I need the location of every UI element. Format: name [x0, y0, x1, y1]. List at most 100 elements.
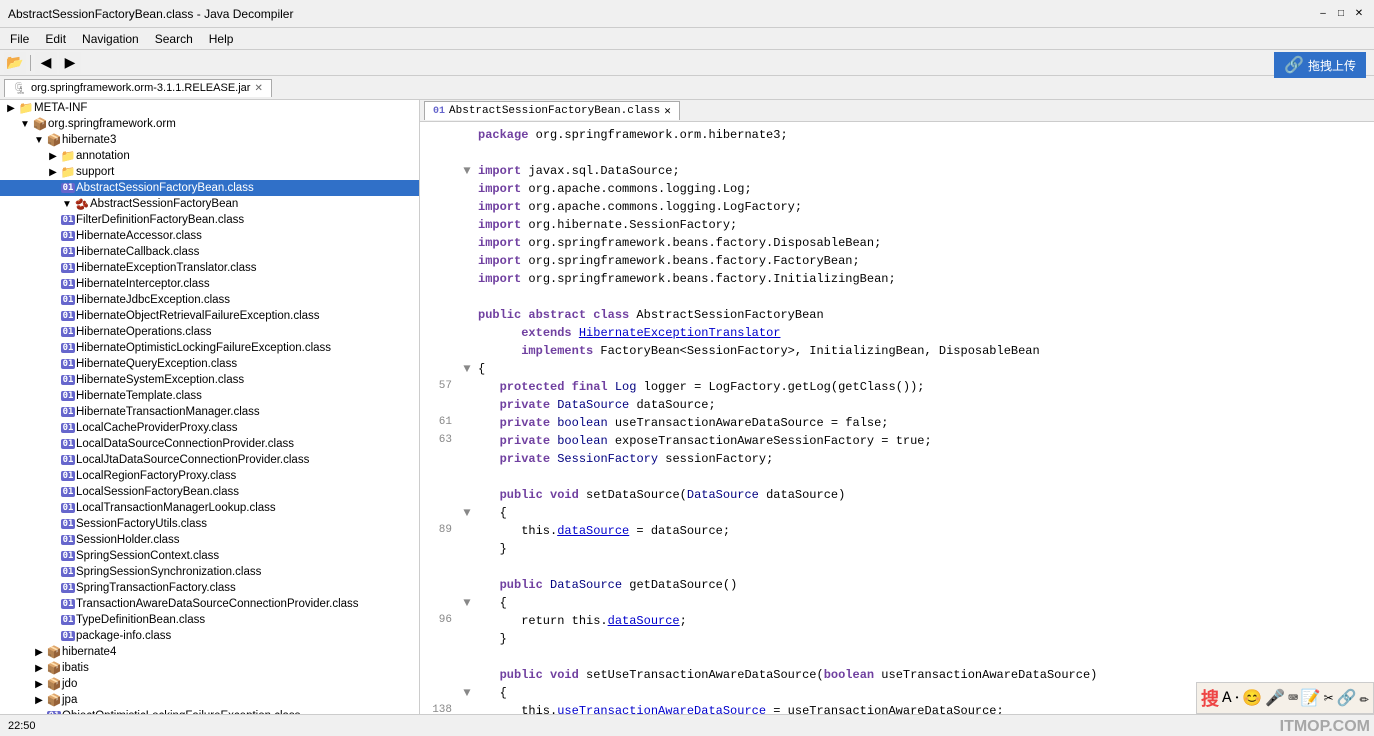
tree-expand-ibatis[interactable]: ▶	[32, 663, 46, 674]
tree-expand-jdo[interactable]: ▶	[32, 679, 46, 690]
tree-node-hibernate4[interactable]: ▶📦hibernate4	[0, 644, 419, 660]
tree-node-HibernateExceptionTranslator-class[interactable]: 01HibernateExceptionTranslator.class	[0, 260, 419, 276]
fold-indicator[interactable]: ▼	[460, 594, 474, 612]
tree-node-SpringSessionContext-class[interactable]: 01SpringSessionContext.class	[0, 548, 419, 564]
code-area[interactable]: package org.springframework.orm.hibernat…	[420, 122, 1374, 714]
minimize-button[interactable]: –	[1316, 7, 1330, 21]
tree-expand-hibernate3[interactable]: ▼	[32, 135, 46, 146]
tree-node-HibernateOperations-class[interactable]: 01HibernateOperations.class	[0, 324, 419, 340]
tree-node-LocalTransactionManagerLookup-class[interactable]: 01LocalTransactionManagerLookup.class	[0, 500, 419, 516]
tree-node-HibernateTemplate-class[interactable]: 01HibernateTemplate.class	[0, 388, 419, 404]
tree-node-HibernateInterceptor-class[interactable]: 01HibernateInterceptor.class	[0, 276, 419, 292]
fold-indicator[interactable]: ▼	[460, 360, 474, 378]
tree-expand-hibernate4[interactable]: ▶	[32, 647, 46, 658]
code-line: }	[420, 540, 1374, 558]
sougou-icon-pen[interactable]: ✏	[1359, 688, 1369, 708]
code-text: package org.springframework.orm.hibernat…	[474, 126, 1374, 144]
tree-node-jpa[interactable]: ▶📦jpa	[0, 692, 419, 708]
tree-node-HibernateAccessor-class[interactable]: 01HibernateAccessor.class	[0, 228, 419, 244]
menu-item-search[interactable]: Search	[149, 30, 199, 48]
close-button[interactable]: ✕	[1352, 7, 1366, 21]
sougou-icon-emoji[interactable]: 😊	[1242, 688, 1262, 708]
tree-expand-org-spring[interactable]: ▼	[18, 119, 32, 130]
tree-label-LocalDataSourceConnectionProvider-class: LocalDataSourceConnectionProvider.class	[76, 438, 294, 450]
tree-node-ibatis[interactable]: ▶📦ibatis	[0, 660, 419, 676]
tree-node-ObjectOptimisticLockingFailureException-class[interactable]: 01ObjectOptimisticLockingFailureExceptio…	[0, 708, 419, 714]
toolbar-forward-button[interactable]: ▶	[59, 52, 81, 74]
tree-node-LocalCacheProviderProxy-class[interactable]: 01LocalCacheProviderProxy.class	[0, 420, 419, 436]
inner-tab[interactable]: 01 AbstractSessionFactoryBean.class ✕	[424, 101, 680, 120]
menu-item-edit[interactable]: Edit	[39, 30, 72, 48]
toolbar-open-button[interactable]: 📂	[4, 52, 26, 74]
tree-node-LocalJtaDataSourceConnectionProvider-class[interactable]: 01LocalJtaDataSourceConnectionProvider.c…	[0, 452, 419, 468]
upload-button[interactable]: 🔗 拖拽上传	[1274, 52, 1366, 78]
maximize-button[interactable]: □	[1334, 7, 1348, 21]
tree-expand-meta-inf[interactable]: ▶	[4, 103, 18, 114]
tree-expand-AbstractSessionFactoryBean-node[interactable]: ▼	[60, 199, 74, 210]
tree-node-SessionHolder-class[interactable]: 01SessionHolder.class	[0, 532, 419, 548]
line-number	[420, 450, 460, 468]
tree-node-TransactionAwareDataSourceConnectionProvider-class[interactable]: 01TransactionAwareDataSourceConnectionPr…	[0, 596, 419, 612]
menu-item-file[interactable]: File	[4, 30, 35, 48]
inner-tab-close[interactable]: ✕	[664, 104, 671, 118]
tree-expand-support[interactable]: ▶	[46, 167, 60, 178]
toolbar-back-button[interactable]: ◀	[35, 52, 57, 74]
fold-indicator[interactable]: ▼	[460, 684, 474, 702]
tree-node-hibernate3[interactable]: ▼📦hibernate3	[0, 132, 419, 148]
fold-indicator	[460, 540, 474, 558]
tree-node-annotation[interactable]: ▶📁annotation	[0, 148, 419, 164]
tree-node-HibernateQueryException-class[interactable]: 01HibernateQueryException.class	[0, 356, 419, 372]
sougou-icon-keyboard[interactable]: ⌨	[1288, 688, 1298, 708]
line-number	[420, 324, 460, 342]
file-tree-panel: ▶📁META-INF▼📦org.springframework.orm▼📦hib…	[0, 100, 420, 714]
line-number	[420, 144, 460, 162]
tree-node-SpringSessionSynchronization-class[interactable]: 01SpringSessionSynchronization.class	[0, 564, 419, 580]
tree-node-HibernateSystemException-class[interactable]: 01HibernateSystemException.class	[0, 372, 419, 388]
tree-node-AbstractSessionFactoryBean-node[interactable]: ▼🫘AbstractSessionFactoryBean	[0, 196, 419, 212]
sougou-icon-scissors[interactable]: ✂	[1324, 688, 1334, 708]
tree-expand-annotation[interactable]: ▶	[46, 151, 60, 162]
tree-node-TypeDefinitionBean-class[interactable]: 01TypeDefinitionBean.class	[0, 612, 419, 628]
tree-expand-jpa[interactable]: ▶	[32, 695, 46, 706]
sougou-logo: 搜	[1201, 685, 1219, 711]
fold-indicator	[460, 288, 474, 306]
tree-label-HibernateTemplate-class: HibernateTemplate.class	[76, 390, 202, 402]
menu-item-navigation[interactable]: Navigation	[76, 30, 145, 48]
line-number	[420, 576, 460, 594]
fold-indicator[interactable]: ▼	[460, 162, 474, 180]
fold-indicator[interactable]: ▼	[460, 504, 474, 522]
tree-node-jdo[interactable]: ▶📦jdo	[0, 676, 419, 692]
tree-node-HibernateCallback-class[interactable]: 01HibernateCallback.class	[0, 244, 419, 260]
tree-node-LocalDataSourceConnectionProvider-class[interactable]: 01LocalDataSourceConnectionProvider.clas…	[0, 436, 419, 452]
tree-icon-SpringSessionSynchronization-class: 01	[60, 565, 76, 579]
tree-node-support[interactable]: ▶📁support	[0, 164, 419, 180]
tree-node-LocalSessionFactoryBean-class[interactable]: 01LocalSessionFactoryBean.class	[0, 484, 419, 500]
tree-node-AbstractSessionFactoryBean-class[interactable]: 01AbstractSessionFactoryBean.class	[0, 180, 419, 196]
class-tab-icon: 01	[433, 106, 445, 117]
tree-node-HibernateJdbcException-class[interactable]: 01HibernateJdbcException.class	[0, 292, 419, 308]
tree-node-org-spring[interactable]: ▼📦org.springframework.orm	[0, 116, 419, 132]
tree-node-package-info-class[interactable]: 01package-info.class	[0, 628, 419, 644]
tree-node-LocalRegionFactoryProxy-class[interactable]: 01LocalRegionFactoryProxy.class	[0, 468, 419, 484]
tree-label-HibernateOptimisticLockingFailureException-class: HibernateOptimisticLockingFailureExcepti…	[76, 342, 331, 354]
line-number	[420, 306, 460, 324]
outer-tab-close[interactable]: ✕	[254, 83, 262, 94]
code-text: }	[474, 630, 1374, 648]
tree-node-meta-inf[interactable]: ▶📁META-INF	[0, 100, 419, 116]
sougou-icon-link[interactable]: 🔗	[1336, 688, 1356, 708]
tree-node-SpringTransactionFactory-class[interactable]: 01SpringTransactionFactory.class	[0, 580, 419, 596]
tree-node-HibernateOptimisticLockingFailureException-class[interactable]: 01HibernateOptimisticLockingFailureExcep…	[0, 340, 419, 356]
tree-node-HibernateObjectRetrievalFailureException-class[interactable]: 01HibernateObjectRetrievalFailureExcepti…	[0, 308, 419, 324]
tree-node-HibernateTransactionManager-class[interactable]: 01HibernateTransactionManager.class	[0, 404, 419, 420]
code-line: 57 protected final Log logger = LogFacto…	[420, 378, 1374, 396]
sougou-icon-a[interactable]: A	[1222, 689, 1232, 707]
outer-tab[interactable]: 🗜 org.springframework.orm-3.1.1.RELEASE.…	[4, 79, 272, 97]
tree-node-FilterDefinitionFactoryBean-class[interactable]: 01FilterDefinitionFactoryBean.class	[0, 212, 419, 228]
sougou-icon-mic[interactable]: 🎤	[1265, 688, 1285, 708]
menu-item-help[interactable]: Help	[203, 30, 240, 48]
tree-label-support: support	[76, 166, 114, 178]
sougou-icon-dot[interactable]: •	[1235, 694, 1240, 703]
code-line	[420, 558, 1374, 576]
tree-node-SessionFactoryUtils-class[interactable]: 01SessionFactoryUtils.class	[0, 516, 419, 532]
sougou-icon-settings[interactable]: 📝	[1301, 688, 1321, 708]
